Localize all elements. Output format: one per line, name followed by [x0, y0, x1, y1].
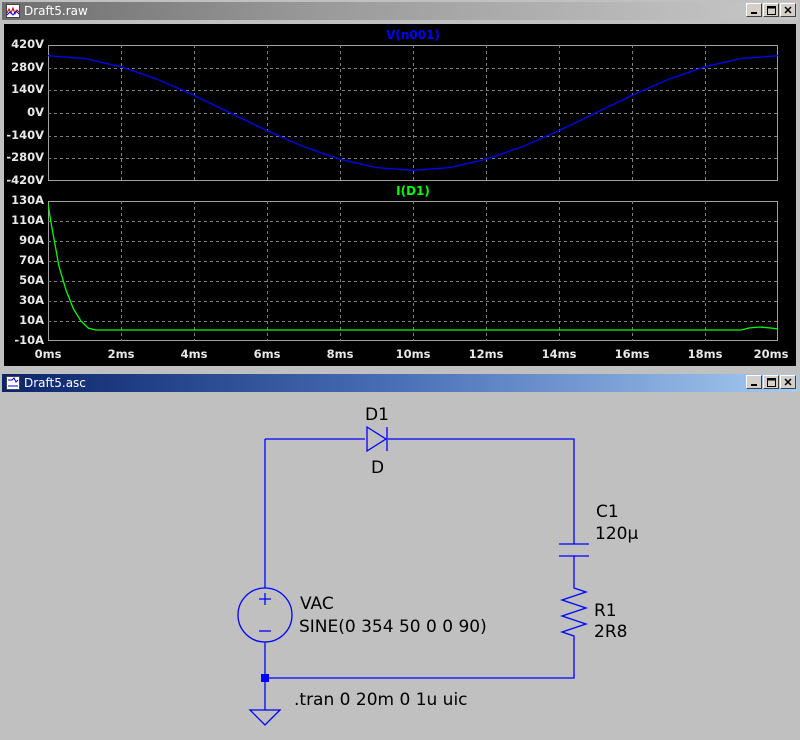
y-tick-label: 420V: [11, 37, 44, 51]
wire-top-right[interactable]: [388, 438, 575, 544]
x-tick-label: 0ms: [34, 347, 62, 361]
voltage-plot[interactable]: [48, 45, 778, 181]
ground-symbol[interactable]: [248, 709, 282, 726]
y-tick-label: -420V: [6, 173, 44, 187]
waveform-app-icon: [6, 4, 20, 18]
waveform-plot-pane[interactable]: V(n001) I(D1) 420V 280V 140V 0V -140V -280V -4…: [4, 24, 796, 366]
capacitor-value-label[interactable]: 120µ: [595, 524, 638, 544]
waveform-window-title: Draft5.raw: [24, 4, 88, 18]
capacitor-c1[interactable]: [559, 543, 589, 557]
maximize-icon: [766, 377, 776, 387]
voltage-source-vac[interactable]: [237, 587, 293, 643]
y-tick-label: 0V: [27, 105, 44, 119]
y-tick-label: 50A: [19, 273, 44, 287]
current-plot-title[interactable]: I(D1): [396, 184, 430, 198]
spice-directive[interactable]: .tran 0 20m 0 1u uic: [294, 690, 468, 710]
y-tick-label: 30A: [19, 293, 44, 307]
y-tick-label: 110A: [11, 213, 44, 227]
source-ref-label[interactable]: VAC: [300, 594, 334, 614]
maximize-button[interactable]: [763, 3, 779, 17]
y-tick-label: -140V: [6, 127, 44, 142]
y-tick-label: 140V: [11, 82, 44, 97]
current-plot[interactable]: [48, 201, 778, 341]
resistor-value-label[interactable]: 2R8: [594, 622, 627, 642]
x-tick-label: 12ms: [468, 347, 504, 361]
schematic-drawing[interactable]: [4, 394, 796, 738]
maximize-icon: [766, 5, 776, 15]
close-icon: [784, 378, 792, 386]
y-tick-label: 90A: [19, 233, 44, 247]
diode-model-label[interactable]: D: [371, 458, 384, 478]
minimize-icon: [751, 12, 757, 14]
x-tick-label: 20ms: [753, 347, 789, 361]
x-tick-label: 16ms: [614, 347, 650, 361]
source-value-label[interactable]: SINE(0 354 50 0 0 90): [299, 617, 487, 637]
y-tick-label: 70A: [19, 253, 44, 267]
schematic-window-titlebar[interactable]: Draft5.asc: [2, 374, 798, 392]
minimize-icon: [751, 384, 757, 386]
x-tick-label: 6ms: [253, 347, 281, 361]
minimize-button[interactable]: [746, 3, 762, 17]
y-tick-label: 130A: [11, 193, 44, 207]
close-button[interactable]: [780, 375, 796, 389]
schematic-window-title: Draft5.asc: [24, 376, 86, 390]
schematic-app-icon: [6, 376, 20, 390]
x-tick-label: 14ms: [541, 347, 577, 361]
wire-right-bottom[interactable]: [265, 640, 575, 679]
x-tick-label: 18ms: [687, 347, 723, 361]
waveform-window-titlebar[interactable]: Draft5.raw: [2, 2, 798, 20]
diode-d1[interactable]: [366, 425, 388, 453]
diode-ref-label[interactable]: D1: [365, 405, 389, 425]
close-icon: [784, 6, 792, 14]
resistor-ref-label[interactable]: R1: [594, 601, 617, 621]
capacitor-ref-label[interactable]: C1: [596, 502, 619, 522]
x-tick-label: 2ms: [107, 347, 135, 361]
y-tick-label: 280V: [11, 59, 44, 74]
x-tick-label: 8ms: [326, 347, 354, 361]
maximize-button[interactable]: [763, 375, 779, 389]
plot-frame: [48, 201, 778, 341]
voltage-plot-title[interactable]: V(n001): [386, 28, 440, 42]
x-tick-label: 10ms: [395, 347, 431, 361]
x-tick-label: 4ms: [180, 347, 208, 361]
close-button[interactable]: [780, 3, 796, 17]
schematic-window: Draft5.asc D1 D C1 120µ R1 2R8 VAC SINE(…: [0, 372, 800, 740]
schematic-canvas[interactable]: D1 D C1 120µ R1 2R8 VAC SINE(0 354 50 0 …: [4, 394, 796, 738]
resistor-r1[interactable]: [559, 584, 589, 640]
y-tick-label: -280V: [6, 150, 44, 165]
node-junction[interactable]: [261, 674, 269, 682]
minimize-button[interactable]: [746, 375, 762, 389]
y-tick-label: 10A: [19, 313, 44, 327]
waveform-window: Draft5.raw V(n001) I(D1) 420V 280V 140V 0V -…: [0, 0, 800, 368]
y-tick-label: -10A: [14, 333, 44, 347]
